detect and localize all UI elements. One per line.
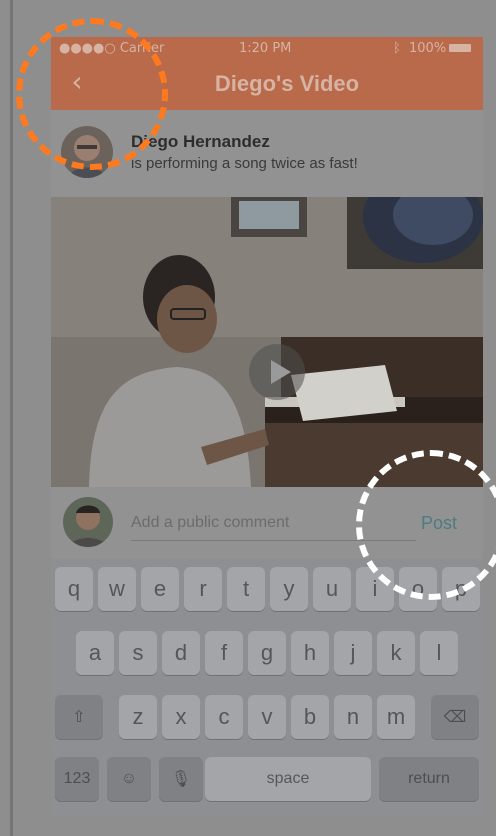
space-key[interactable]: space <box>205 757 371 801</box>
key-b[interactable]: b <box>291 695 329 739</box>
key-k[interactable]: k <box>377 631 415 675</box>
key-v[interactable]: v <box>248 695 286 739</box>
key-f[interactable]: f <box>205 631 243 675</box>
key-m[interactable]: m <box>377 695 415 739</box>
keyboard: q w e r t y u i o p a s d f g h j k l ⇧ z x c v b n m ⌫ 123 ☺ 🎙 space re… <box>51 559 483 817</box>
numbers-key[interactable]: 123 <box>55 757 99 801</box>
comment-bar: Post <box>51 487 483 559</box>
user-avatar <box>63 497 113 547</box>
page-title: Diego's Video <box>214 71 360 96</box>
author-name[interactable]: Diego Hernandez <box>131 132 270 152</box>
key-g[interactable]: g <box>248 631 286 675</box>
delete-key[interactable]: ⌫ <box>431 695 479 739</box>
key-u[interactable]: u <box>313 567 351 611</box>
author-avatar[interactable] <box>61 126 113 178</box>
post-button[interactable]: Post <box>421 513 457 534</box>
key-a[interactable]: a <box>76 631 114 675</box>
key-q[interactable]: q <box>55 567 93 611</box>
return-key[interactable]: return <box>379 757 479 801</box>
key-r[interactable]: r <box>184 567 222 611</box>
key-o[interactable]: o <box>399 567 437 611</box>
emoji-key[interactable]: ☺ <box>107 757 151 801</box>
battery-icon <box>449 44 471 52</box>
key-l[interactable]: l <box>420 631 458 675</box>
post-status-text: is performing a song twice as fast! <box>131 155 358 172</box>
video-player[interactable] <box>51 197 483 487</box>
key-s[interactable]: s <box>119 631 157 675</box>
key-c[interactable]: c <box>205 695 243 739</box>
key-d[interactable]: d <box>162 631 200 675</box>
shift-key[interactable]: ⇧ <box>55 695 103 739</box>
bluetooth-icon: ᛒ <box>393 41 401 56</box>
key-y[interactable]: y <box>270 567 308 611</box>
navigation-bar: ●●●●○ Carrier 1:20 PM ᛒ 100% ‹ Diego's V… <box>51 37 483 110</box>
key-i[interactable]: i <box>356 567 394 611</box>
key-e[interactable]: e <box>141 567 179 611</box>
play-icon[interactable] <box>249 344 305 400</box>
frame-divider <box>10 0 13 836</box>
phone-screen: ●●●●○ Carrier 1:20 PM ᛒ 100% ‹ Diego's V… <box>51 37 483 817</box>
key-x[interactable]: x <box>162 695 200 739</box>
status-bar: ●●●●○ Carrier 1:20 PM ᛒ 100% <box>51 37 483 59</box>
user-photo <box>63 497 113 547</box>
microphone-key[interactable]: 🎙 <box>159 757 203 801</box>
video-thumbnail <box>51 197 483 487</box>
comment-input[interactable] <box>131 505 416 541</box>
status-time: 1:20 PM <box>239 41 292 56</box>
key-t[interactable]: t <box>227 567 265 611</box>
author-photo <box>61 126 113 178</box>
key-h[interactable]: h <box>291 631 329 675</box>
battery-percent: 100% <box>409 41 447 56</box>
key-n[interactable]: n <box>334 695 372 739</box>
post-header: Diego Hernandez is performing a song twi… <box>51 110 483 194</box>
carrier-label: ●●●●○ Carrier <box>59 41 165 56</box>
key-p[interactable]: p <box>442 567 480 611</box>
key-j[interactable]: j <box>334 631 372 675</box>
key-z[interactable]: z <box>119 695 157 739</box>
key-w[interactable]: w <box>98 567 136 611</box>
